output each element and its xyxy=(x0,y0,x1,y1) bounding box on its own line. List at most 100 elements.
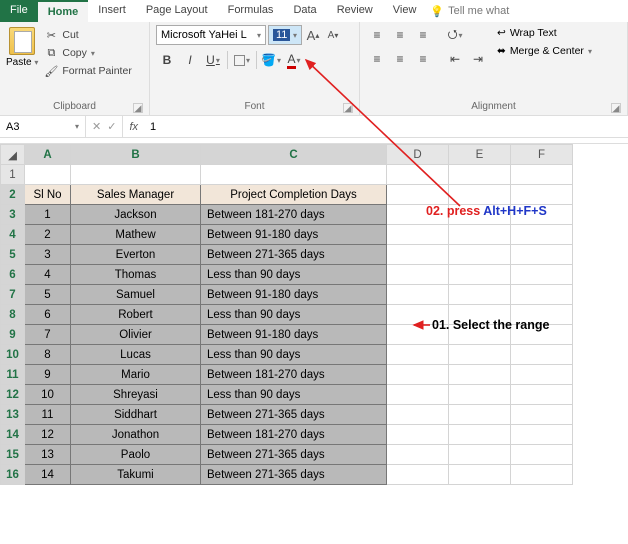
cell-header-days[interactable]: Project Completion Days xyxy=(201,185,387,205)
cell[interactable] xyxy=(387,405,449,425)
row-header-16[interactable]: 16 xyxy=(1,465,25,485)
tab-data[interactable]: Data xyxy=(283,0,326,22)
cell[interactable]: 10 xyxy=(25,385,71,405)
cell[interactable] xyxy=(449,185,511,205)
cell[interactable] xyxy=(511,345,573,365)
cell[interactable] xyxy=(511,265,573,285)
cell[interactable] xyxy=(449,385,511,405)
cut-button[interactable]: ✂ Cut xyxy=(42,27,133,43)
cell[interactable] xyxy=(387,225,449,245)
cell[interactable]: Between 181-270 days xyxy=(201,205,387,225)
cell[interactable]: 2 xyxy=(25,225,71,245)
cell[interactable] xyxy=(449,265,511,285)
col-header-E[interactable]: E xyxy=(449,145,511,165)
cell[interactable] xyxy=(511,285,573,305)
cell[interactable]: Less than 90 days xyxy=(201,385,387,405)
cell[interactable]: Takumi xyxy=(71,465,201,485)
increase-indent-button[interactable]: ⇥ xyxy=(467,49,489,69)
orientation-button[interactable]: ⭯▾ xyxy=(444,25,466,45)
cell[interactable] xyxy=(387,465,449,485)
align-center-button[interactable]: ≡ xyxy=(389,49,411,69)
cell[interactable] xyxy=(25,165,71,185)
format-painter-button[interactable]: 🖌 Format Painter xyxy=(42,63,133,79)
increase-font-button[interactable]: A▴ xyxy=(304,25,322,45)
row-header-8[interactable]: 8 xyxy=(1,305,25,325)
cell[interactable]: Paolo xyxy=(71,445,201,465)
cell[interactable]: 12 xyxy=(25,425,71,445)
cell[interactable] xyxy=(387,365,449,385)
cell[interactable] xyxy=(449,285,511,305)
row-header-10[interactable]: 10 xyxy=(1,345,25,365)
tab-file[interactable]: File xyxy=(0,0,38,22)
cell[interactable] xyxy=(449,425,511,445)
cell[interactable] xyxy=(449,445,511,465)
cell[interactable]: Between 91-180 days xyxy=(201,325,387,345)
decrease-indent-button[interactable]: ⇤ xyxy=(444,49,466,69)
tab-page-layout[interactable]: Page Layout xyxy=(136,0,218,22)
cell[interactable]: Robert xyxy=(71,305,201,325)
row-header-11[interactable]: 11 xyxy=(1,365,25,385)
cell[interactable] xyxy=(387,445,449,465)
cell[interactable]: 3 xyxy=(25,245,71,265)
fill-color-button[interactable]: 🪣▾ xyxy=(260,49,282,71)
select-all-corner[interactable]: ◢ xyxy=(1,145,25,165)
cell[interactable] xyxy=(387,165,449,185)
row-header-1[interactable]: 1 xyxy=(1,165,25,185)
borders-button[interactable]: ▾ xyxy=(231,49,253,71)
dialog-launcher-icon[interactable]: ◢ xyxy=(133,103,143,113)
row-header-12[interactable]: 12 xyxy=(1,385,25,405)
cell[interactable]: Between 271-365 days xyxy=(201,245,387,265)
cell[interactable]: Between 181-270 days xyxy=(201,425,387,445)
font-color-button[interactable]: A▾ xyxy=(283,49,305,71)
cell[interactable]: Thomas xyxy=(71,265,201,285)
col-header-C[interactable]: C xyxy=(201,145,387,165)
cell[interactable] xyxy=(511,445,573,465)
cell[interactable]: Lucas xyxy=(71,345,201,365)
row-header-4[interactable]: 4 xyxy=(1,225,25,245)
cell[interactable] xyxy=(511,425,573,445)
cell[interactable]: Everton xyxy=(71,245,201,265)
col-header-A[interactable]: A xyxy=(25,145,71,165)
bold-button[interactable]: B xyxy=(156,49,178,71)
cell[interactable] xyxy=(201,165,387,185)
align-bottom-button[interactable]: ≡ xyxy=(412,25,434,45)
cell[interactable]: 1 xyxy=(25,205,71,225)
cell[interactable]: 13 xyxy=(25,445,71,465)
paste-icon[interactable] xyxy=(9,27,35,55)
cell[interactable]: Jonathon xyxy=(71,425,201,445)
fx-icon[interactable]: fx xyxy=(123,116,144,137)
dialog-launcher-icon[interactable]: ◢ xyxy=(611,103,621,113)
wrap-text-button[interactable]: ↩ Wrap Text xyxy=(495,25,594,41)
row-header-6[interactable]: 6 xyxy=(1,265,25,285)
cell[interactable]: Less than 90 days xyxy=(201,265,387,285)
align-middle-button[interactable]: ≡ xyxy=(389,25,411,45)
cell[interactable]: Siddhart xyxy=(71,405,201,425)
cell[interactable] xyxy=(387,425,449,445)
cell[interactable]: 9 xyxy=(25,365,71,385)
row-header-2[interactable]: 2 xyxy=(1,185,25,205)
decrease-font-button[interactable]: A▾ xyxy=(324,25,342,45)
cell[interactable]: Samuel xyxy=(71,285,201,305)
cell[interactable]: Mario xyxy=(71,365,201,385)
font-name-combo[interactable]: Microsoft YaHei L ▾ xyxy=(156,25,266,45)
tab-review[interactable]: Review xyxy=(327,0,383,22)
underline-button[interactable]: U▾ xyxy=(202,49,224,71)
cell[interactable]: Less than 90 days xyxy=(201,305,387,325)
copy-button[interactable]: ⧉ Copy ▾ xyxy=(42,45,133,61)
merge-center-button[interactable]: ⬌ Merge & Center ▾ xyxy=(495,43,594,59)
formula-input[interactable]: 1 xyxy=(144,116,628,137)
dialog-launcher-icon[interactable]: ◢ xyxy=(343,103,353,113)
cell[interactable] xyxy=(387,245,449,265)
row-header-13[interactable]: 13 xyxy=(1,405,25,425)
tab-view[interactable]: View xyxy=(383,0,427,22)
cell[interactable] xyxy=(387,265,449,285)
cell[interactable] xyxy=(71,165,201,185)
col-header-D[interactable]: D xyxy=(387,145,449,165)
cell[interactable] xyxy=(511,165,573,185)
cell[interactable]: 8 xyxy=(25,345,71,365)
col-header-B[interactable]: B xyxy=(71,145,201,165)
name-box[interactable]: A3 ▾ xyxy=(0,116,86,137)
cell[interactable]: Between 91-180 days xyxy=(201,285,387,305)
cell[interactable]: Between 271-365 days xyxy=(201,445,387,465)
cell[interactable] xyxy=(387,345,449,365)
